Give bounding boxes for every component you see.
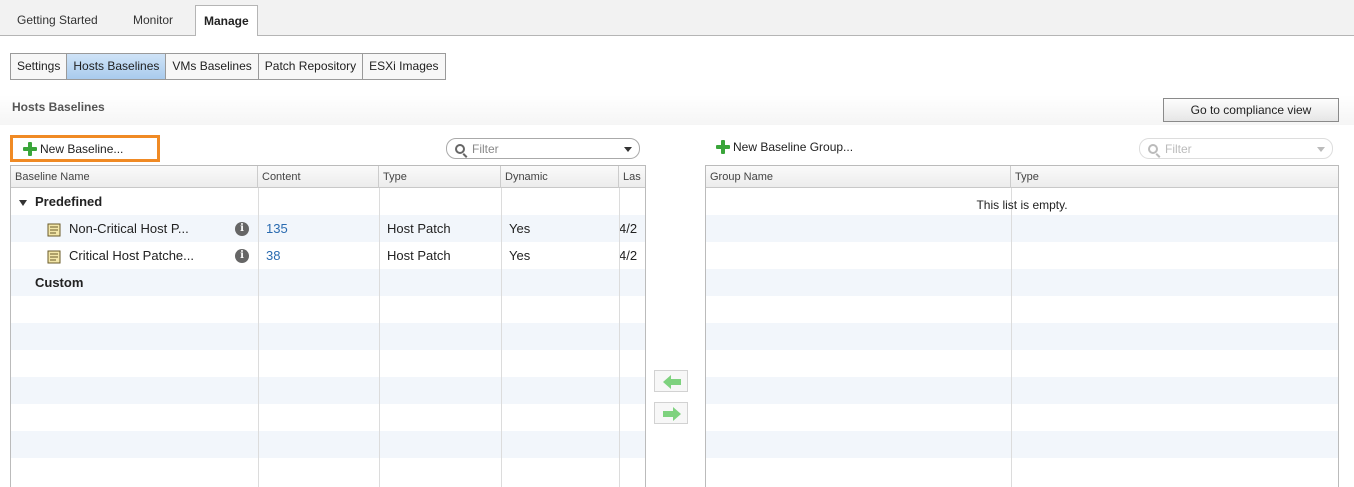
tab-monitor[interactable]: Monitor xyxy=(133,11,173,29)
baseline-groups-table: Group Name Type This list is empty. xyxy=(705,165,1339,487)
new-baseline-button[interactable]: New Baseline... xyxy=(10,135,160,162)
empty-row xyxy=(11,404,645,431)
arrow-right-icon xyxy=(663,407,681,421)
column-divider xyxy=(501,188,502,487)
plus-icon xyxy=(716,140,730,154)
dynamic-cell: Yes xyxy=(509,221,531,236)
group-label-custom: Custom xyxy=(35,275,84,290)
column-divider xyxy=(258,188,259,487)
empty-row xyxy=(11,296,645,323)
last-modified-cell: 4/2 xyxy=(619,221,638,236)
column-divider xyxy=(1011,188,1012,487)
baseline-name-cell: Critical Host Patche... xyxy=(47,242,232,269)
column-header-last[interactable]: Las xyxy=(619,166,645,188)
table-header: Baseline Name Content Type Dynamic Las xyxy=(11,166,645,188)
chevron-down-icon[interactable] xyxy=(1317,147,1325,152)
group-label-predefined: Predefined xyxy=(19,188,102,215)
column-header-content[interactable]: Content xyxy=(258,166,379,188)
column-header-group-name[interactable]: Group Name xyxy=(706,166,1011,188)
empty-row xyxy=(706,269,1338,296)
empty-list-message: This list is empty. xyxy=(976,198,1068,212)
type-cell: Host Patch xyxy=(387,248,451,263)
column-header-baseline-name[interactable]: Baseline Name xyxy=(11,166,258,188)
expand-triangle-icon[interactable] xyxy=(19,199,27,206)
subtab-hosts-baselines[interactable]: Hosts Baselines xyxy=(67,54,167,79)
empty-row xyxy=(706,404,1338,431)
section-header-band xyxy=(0,95,1354,125)
new-baseline-group-label: New Baseline Group... xyxy=(733,140,854,154)
filter-placeholder: Filter xyxy=(1165,141,1192,156)
groups-filter-input[interactable]: Filter xyxy=(1139,138,1333,159)
subtab-settings[interactable]: Settings xyxy=(11,54,68,79)
search-icon xyxy=(1148,143,1158,154)
empty-row xyxy=(706,242,1338,269)
column-header-dynamic[interactable]: Dynamic xyxy=(501,166,619,188)
empty-row xyxy=(706,215,1338,242)
empty-row xyxy=(11,323,645,350)
empty-row xyxy=(706,296,1338,323)
subtab-vms-baselines[interactable]: VMs Baselines xyxy=(166,54,259,79)
new-baseline-label: New Baseline... xyxy=(40,141,124,156)
column-header-type[interactable]: Type xyxy=(1011,166,1338,188)
go-to-compliance-view-button[interactable]: Go to compliance view xyxy=(1163,98,1339,122)
empty-row xyxy=(706,377,1338,404)
table-row[interactable]: Non-Critical Host P... i 135 Host Patch … xyxy=(11,215,645,242)
empty-row xyxy=(11,350,645,377)
filter-placeholder: Filter xyxy=(472,141,499,156)
baseline-name-cell: Non-Critical Host P... xyxy=(47,215,232,242)
empty-row xyxy=(11,431,645,458)
move-left-button[interactable] xyxy=(654,370,688,392)
baseline-document-icon xyxy=(47,223,61,237)
empty-row xyxy=(706,323,1338,350)
plus-icon xyxy=(23,141,37,156)
sub-tab-bar: Settings Hosts Baselines VMs Baselines P… xyxy=(10,53,446,80)
table-row-group-custom[interactable]: Custom xyxy=(11,269,645,296)
chevron-down-icon[interactable] xyxy=(624,147,632,152)
arrow-left-icon xyxy=(663,375,681,389)
new-baseline-group-button[interactable]: New Baseline Group... xyxy=(716,140,853,154)
baselines-filter-input[interactable]: Filter xyxy=(446,138,640,159)
type-cell: Host Patch xyxy=(387,221,451,236)
empty-row xyxy=(706,458,1338,485)
table-row-group-predefined[interactable]: Predefined xyxy=(11,188,645,215)
info-icon[interactable]: i xyxy=(235,249,249,263)
tab-getting-started[interactable]: Getting Started xyxy=(17,11,98,29)
baseline-document-icon xyxy=(47,250,61,264)
empty-row xyxy=(11,377,645,404)
empty-row xyxy=(706,431,1338,458)
baselines-table: Baseline Name Content Type Dynamic Las P… xyxy=(10,165,646,487)
empty-row xyxy=(706,350,1338,377)
table-header: Group Name Type xyxy=(706,166,1338,188)
info-icon[interactable]: i xyxy=(235,222,249,236)
section-title: Hosts Baselines xyxy=(12,100,105,114)
empty-row xyxy=(11,458,645,485)
column-divider xyxy=(619,188,620,487)
content-link[interactable]: 38 xyxy=(266,242,280,269)
search-icon xyxy=(455,143,465,154)
subtab-esxi-images[interactable]: ESXi Images xyxy=(363,54,444,79)
column-divider xyxy=(379,188,380,487)
move-right-button[interactable] xyxy=(654,402,688,424)
table-row[interactable]: Critical Host Patche... i 38 Host Patch … xyxy=(11,242,645,269)
last-modified-cell: 4/2 xyxy=(619,248,638,263)
column-header-type[interactable]: Type xyxy=(379,166,501,188)
top-tab-bar: Getting Started Monitor Manage xyxy=(0,0,1354,36)
content-link[interactable]: 135 xyxy=(266,215,288,242)
dynamic-cell: Yes xyxy=(509,248,531,263)
subtab-patch-repository[interactable]: Patch Repository xyxy=(259,54,364,79)
tab-manage[interactable]: Manage xyxy=(195,5,258,36)
